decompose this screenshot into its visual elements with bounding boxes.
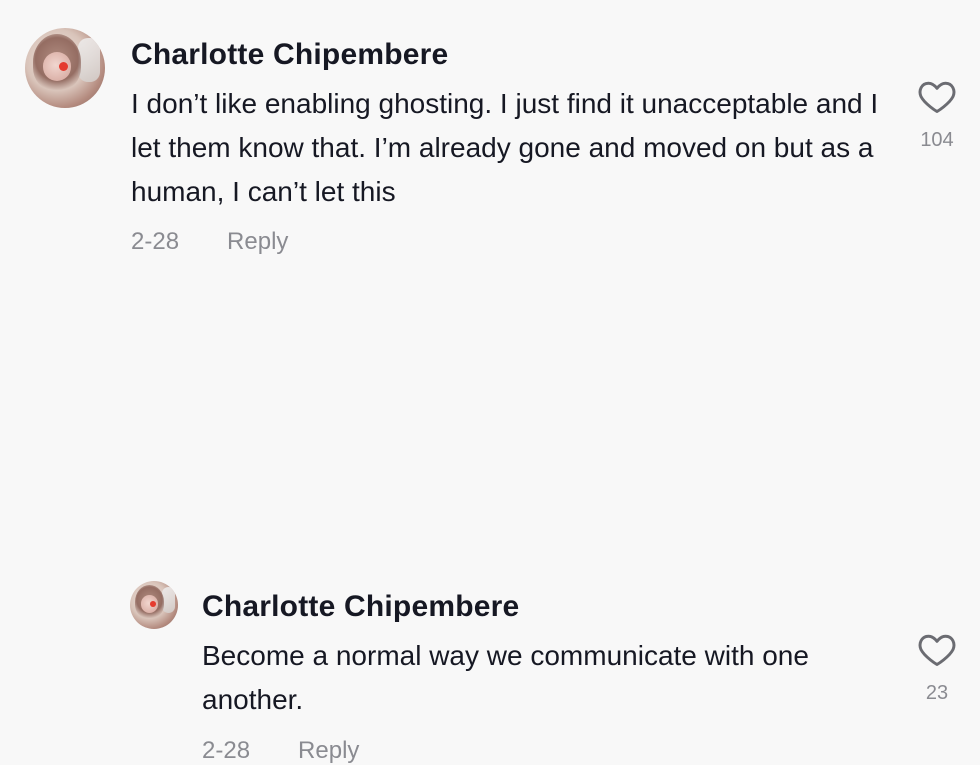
like-count: 104: [920, 129, 954, 151]
like-button[interactable]: 104: [907, 78, 967, 152]
comment-item: Charlotte Chipembere I don’t like enabli…: [0, 0, 980, 270]
like-count: 23: [925, 682, 949, 704]
comment-text: I don’t like enabling ghosting. I just f…: [131, 88, 879, 207]
comment-text: Become a normal way we communicate with …: [202, 640, 809, 715]
avatar[interactable]: [130, 581, 178, 629]
comment-date: 2-28: [131, 228, 180, 255]
reply-button[interactable]: Reply: [298, 737, 359, 765]
heart-icon[interactable]: [917, 78, 957, 114]
reply-button[interactable]: Reply: [227, 228, 288, 256]
comment-meta: 2-28 Reply: [202, 737, 359, 765]
like-button[interactable]: 23: [907, 631, 967, 705]
heart-icon[interactable]: [917, 631, 957, 667]
comment-username[interactable]: Charlotte Chipembere: [202, 590, 519, 624]
avatar[interactable]: [25, 28, 105, 108]
comment-meta: 2-28 Reply: [131, 228, 288, 256]
comment-username[interactable]: Charlotte Chipembere: [131, 38, 448, 72]
reply-item: Charlotte Chipembere Become a normal way…: [0, 285, 980, 764]
comment-date: 2-28: [202, 737, 251, 764]
